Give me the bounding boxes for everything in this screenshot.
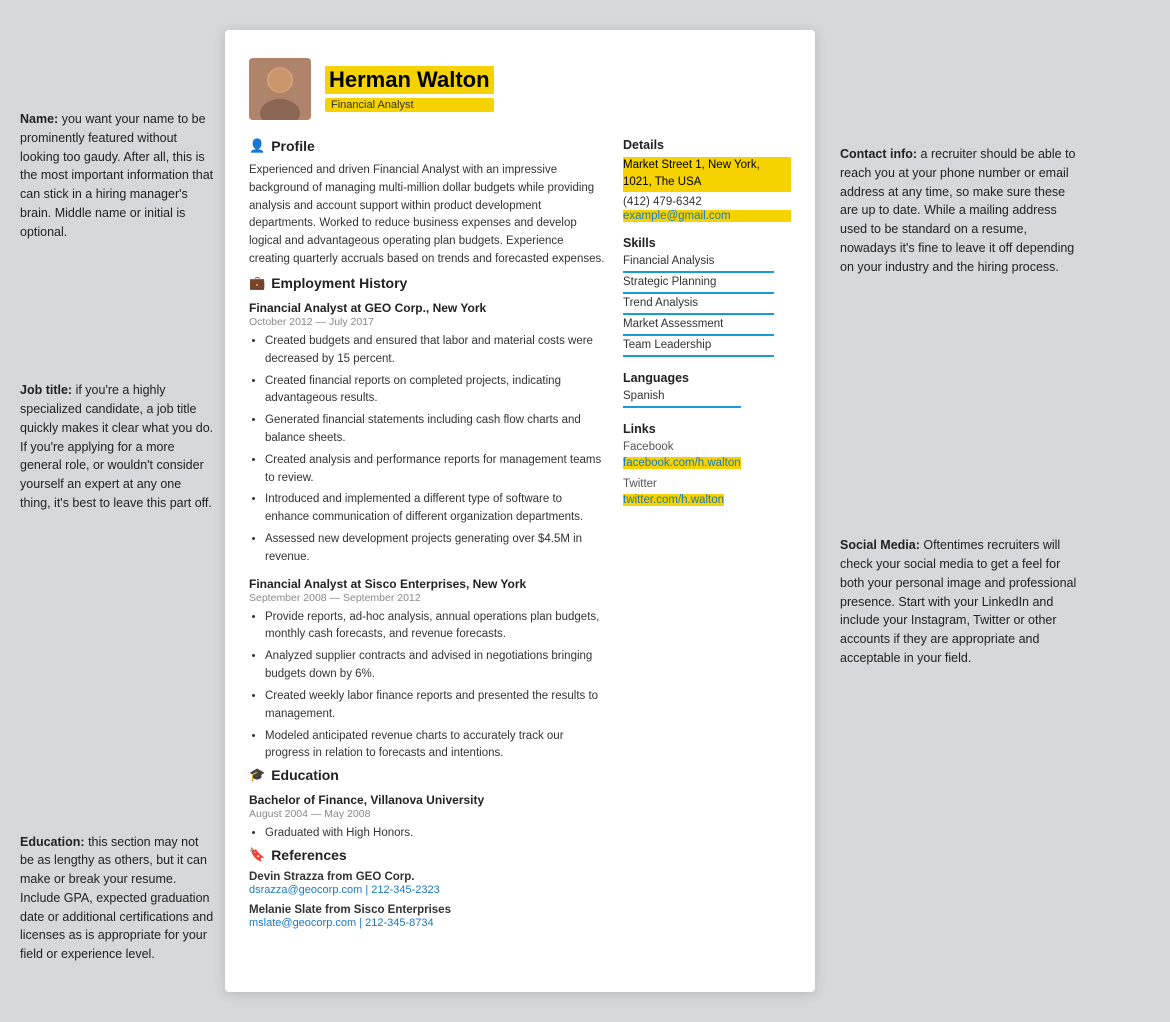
contact-annotation-text: a recruiter should be able to reach you … bbox=[840, 147, 1076, 274]
skill-4: Market Assessment bbox=[623, 318, 774, 336]
education-date: August 2004 — May 2008 bbox=[249, 808, 605, 820]
job-2-bullets: Provide reports, ad-hoc analysis, annual… bbox=[249, 609, 605, 764]
job-1-bullet-2: Created financial reports on completed p… bbox=[265, 373, 605, 409]
skill-5: Team Leadership bbox=[623, 339, 774, 357]
left-column: 👤 Profile Experienced and driven Financi… bbox=[249, 138, 605, 929]
candidate-name: Herman Walton bbox=[325, 66, 494, 94]
social-annotation-label: Social Media: bbox=[840, 538, 920, 552]
resume-header: Herman Walton Financial Analyst bbox=[249, 58, 791, 120]
avatar bbox=[249, 58, 311, 120]
contact-annotation-label: Contact info: bbox=[840, 147, 917, 161]
skill-2: Strategic Planning bbox=[623, 276, 774, 294]
employment-section: 💼 Employment History Financial Analyst a… bbox=[249, 275, 605, 763]
job-1-bullet-1: Created budgets and ensured that labor a… bbox=[265, 333, 605, 369]
page-wrapper: Name: you want your name to be prominent… bbox=[0, 0, 1170, 1022]
skill-1: Financial Analysis bbox=[623, 255, 774, 273]
links-url-2: twitter.com/h.walton bbox=[623, 494, 724, 506]
right-annotations: Contact info: a recruiter should be able… bbox=[825, 30, 1080, 992]
job-2-bullet-1: Provide reports, ad-hoc analysis, annual… bbox=[265, 609, 605, 645]
skills-title: Skills bbox=[623, 236, 791, 250]
job-2-bullet-3: Created weekly labor finance reports and… bbox=[265, 688, 605, 724]
reference-1: Devin Strazza from GEO Corp. dsrazza@geo… bbox=[249, 871, 605, 896]
social-annotation: Social Media: Oftentimes recruiters will… bbox=[840, 536, 1080, 667]
profile-text: Experienced and driven Financial Analyst… bbox=[249, 162, 605, 269]
details-title: Details bbox=[623, 138, 791, 152]
references-icon: 🔖 bbox=[249, 847, 265, 863]
education-section: 🎓 Education Bachelor of Finance, Villano… bbox=[249, 767, 605, 843]
jobtitle-annotation-text: if you're a highly specialized candidate… bbox=[20, 383, 213, 510]
education-title: 🎓 Education bbox=[249, 767, 605, 783]
job-1-bullet-6: Assessed new development projects genera… bbox=[265, 531, 605, 567]
education-bullet-1: Graduated with High Honors. bbox=[265, 825, 605, 843]
references-title: 🔖 References bbox=[249, 847, 605, 863]
links-section: Links Facebook facebook.com/h.walton Twi… bbox=[623, 422, 791, 511]
job-2-bullet-4: Modeled anticipated revenue charts to ac… bbox=[265, 728, 605, 764]
education-icon: 🎓 bbox=[249, 767, 265, 783]
candidate-job-title: Financial Analyst bbox=[325, 98, 494, 112]
education-bullets: Graduated with High Honors. bbox=[249, 825, 605, 843]
job-2-title: Financial Analyst at Sisco Enterprises, … bbox=[249, 577, 605, 591]
job-1-bullet-3: Generated financial statements including… bbox=[265, 412, 605, 448]
references-section: 🔖 References Devin Strazza from GEO Corp… bbox=[249, 847, 605, 929]
details-address: Market Street 1, New York, 1021, The USA bbox=[623, 157, 791, 192]
social-annotation-text: Oftentimes recruiters will check your so… bbox=[840, 538, 1076, 665]
ref-1-contact: dsrazza@geocorp.com | 212-345-2323 bbox=[249, 884, 605, 896]
links-title: Links bbox=[623, 422, 791, 436]
job-1: Financial Analyst at GEO Corp., New York… bbox=[249, 301, 605, 567]
right-column: Details Market Street 1, New York, 1021,… bbox=[623, 138, 791, 929]
header-text: Herman Walton Financial Analyst bbox=[325, 66, 494, 112]
job-1-bullet-4: Created analysis and performance reports… bbox=[265, 452, 605, 488]
employment-icon: 💼 bbox=[249, 275, 265, 291]
languages-section: Languages Spanish bbox=[623, 371, 791, 408]
education-annotation-label: Education: bbox=[20, 835, 85, 849]
name-annotation-text: you want your name to be prominently fea… bbox=[20, 112, 213, 239]
job-1-title: Financial Analyst at GEO Corp., New York bbox=[249, 301, 605, 315]
ref-2-contact: mslate@geocorp.com | 212-345-8734 bbox=[249, 917, 605, 929]
job-1-date: October 2012 — July 2017 bbox=[249, 316, 605, 328]
job-1-bullets: Created budgets and ensured that labor a… bbox=[249, 333, 605, 567]
links-url-1: facebook.com/h.walton bbox=[623, 457, 741, 469]
name-annotation: Name: you want your name to be prominent… bbox=[20, 110, 215, 241]
resume-body: 👤 Profile Experienced and driven Financi… bbox=[249, 138, 791, 929]
education-annotation-text: this section may not be as lengthy as ot… bbox=[20, 835, 213, 962]
education-degree: Bachelor of Finance, Villanova Universit… bbox=[249, 793, 605, 807]
details-section: Details Market Street 1, New York, 1021,… bbox=[623, 138, 791, 222]
skills-section: Skills Financial Analysis Strategic Plan… bbox=[623, 236, 791, 357]
name-annotation-label: Name: bbox=[20, 112, 58, 126]
education-annotation: Education: this section may not be as le… bbox=[20, 833, 215, 964]
reference-2: Melanie Slate from Sisco Enterprises msl… bbox=[249, 904, 605, 929]
jobtitle-annotation-label: Job title: bbox=[20, 383, 72, 397]
ref-2-name: Melanie Slate from Sisco Enterprises bbox=[249, 904, 605, 916]
links-label-2: Twitter bbox=[623, 478, 791, 490]
job-1-bullet-5: Introduced and implemented a different t… bbox=[265, 491, 605, 527]
profile-icon: 👤 bbox=[249, 138, 265, 154]
resume-card: Herman Walton Financial Analyst 👤 Profil… bbox=[225, 30, 815, 992]
contact-annotation: Contact info: a recruiter should be able… bbox=[840, 145, 1080, 276]
ref-1-name: Devin Strazza from GEO Corp. bbox=[249, 871, 605, 883]
profile-title: 👤 Profile bbox=[249, 138, 605, 154]
jobtitle-annotation: Job title: if you're a highly specialize… bbox=[20, 381, 215, 512]
job-2-date: September 2008 — September 2012 bbox=[249, 592, 605, 604]
links-label-1: Facebook bbox=[623, 441, 791, 453]
details-phone: (412) 479-6342 bbox=[623, 196, 791, 208]
languages-title: Languages bbox=[623, 371, 791, 385]
employment-title: 💼 Employment History bbox=[249, 275, 605, 291]
skill-3: Trend Analysis bbox=[623, 297, 774, 315]
left-annotations: Name: you want your name to be prominent… bbox=[20, 30, 215, 992]
profile-section: 👤 Profile Experienced and driven Financi… bbox=[249, 138, 605, 269]
job-2: Financial Analyst at Sisco Enterprises, … bbox=[249, 577, 605, 764]
job-2-bullet-2: Analyzed supplier contracts and advised … bbox=[265, 648, 605, 684]
details-email: example@gmail.com bbox=[623, 210, 791, 222]
language-1: Spanish bbox=[623, 390, 741, 408]
